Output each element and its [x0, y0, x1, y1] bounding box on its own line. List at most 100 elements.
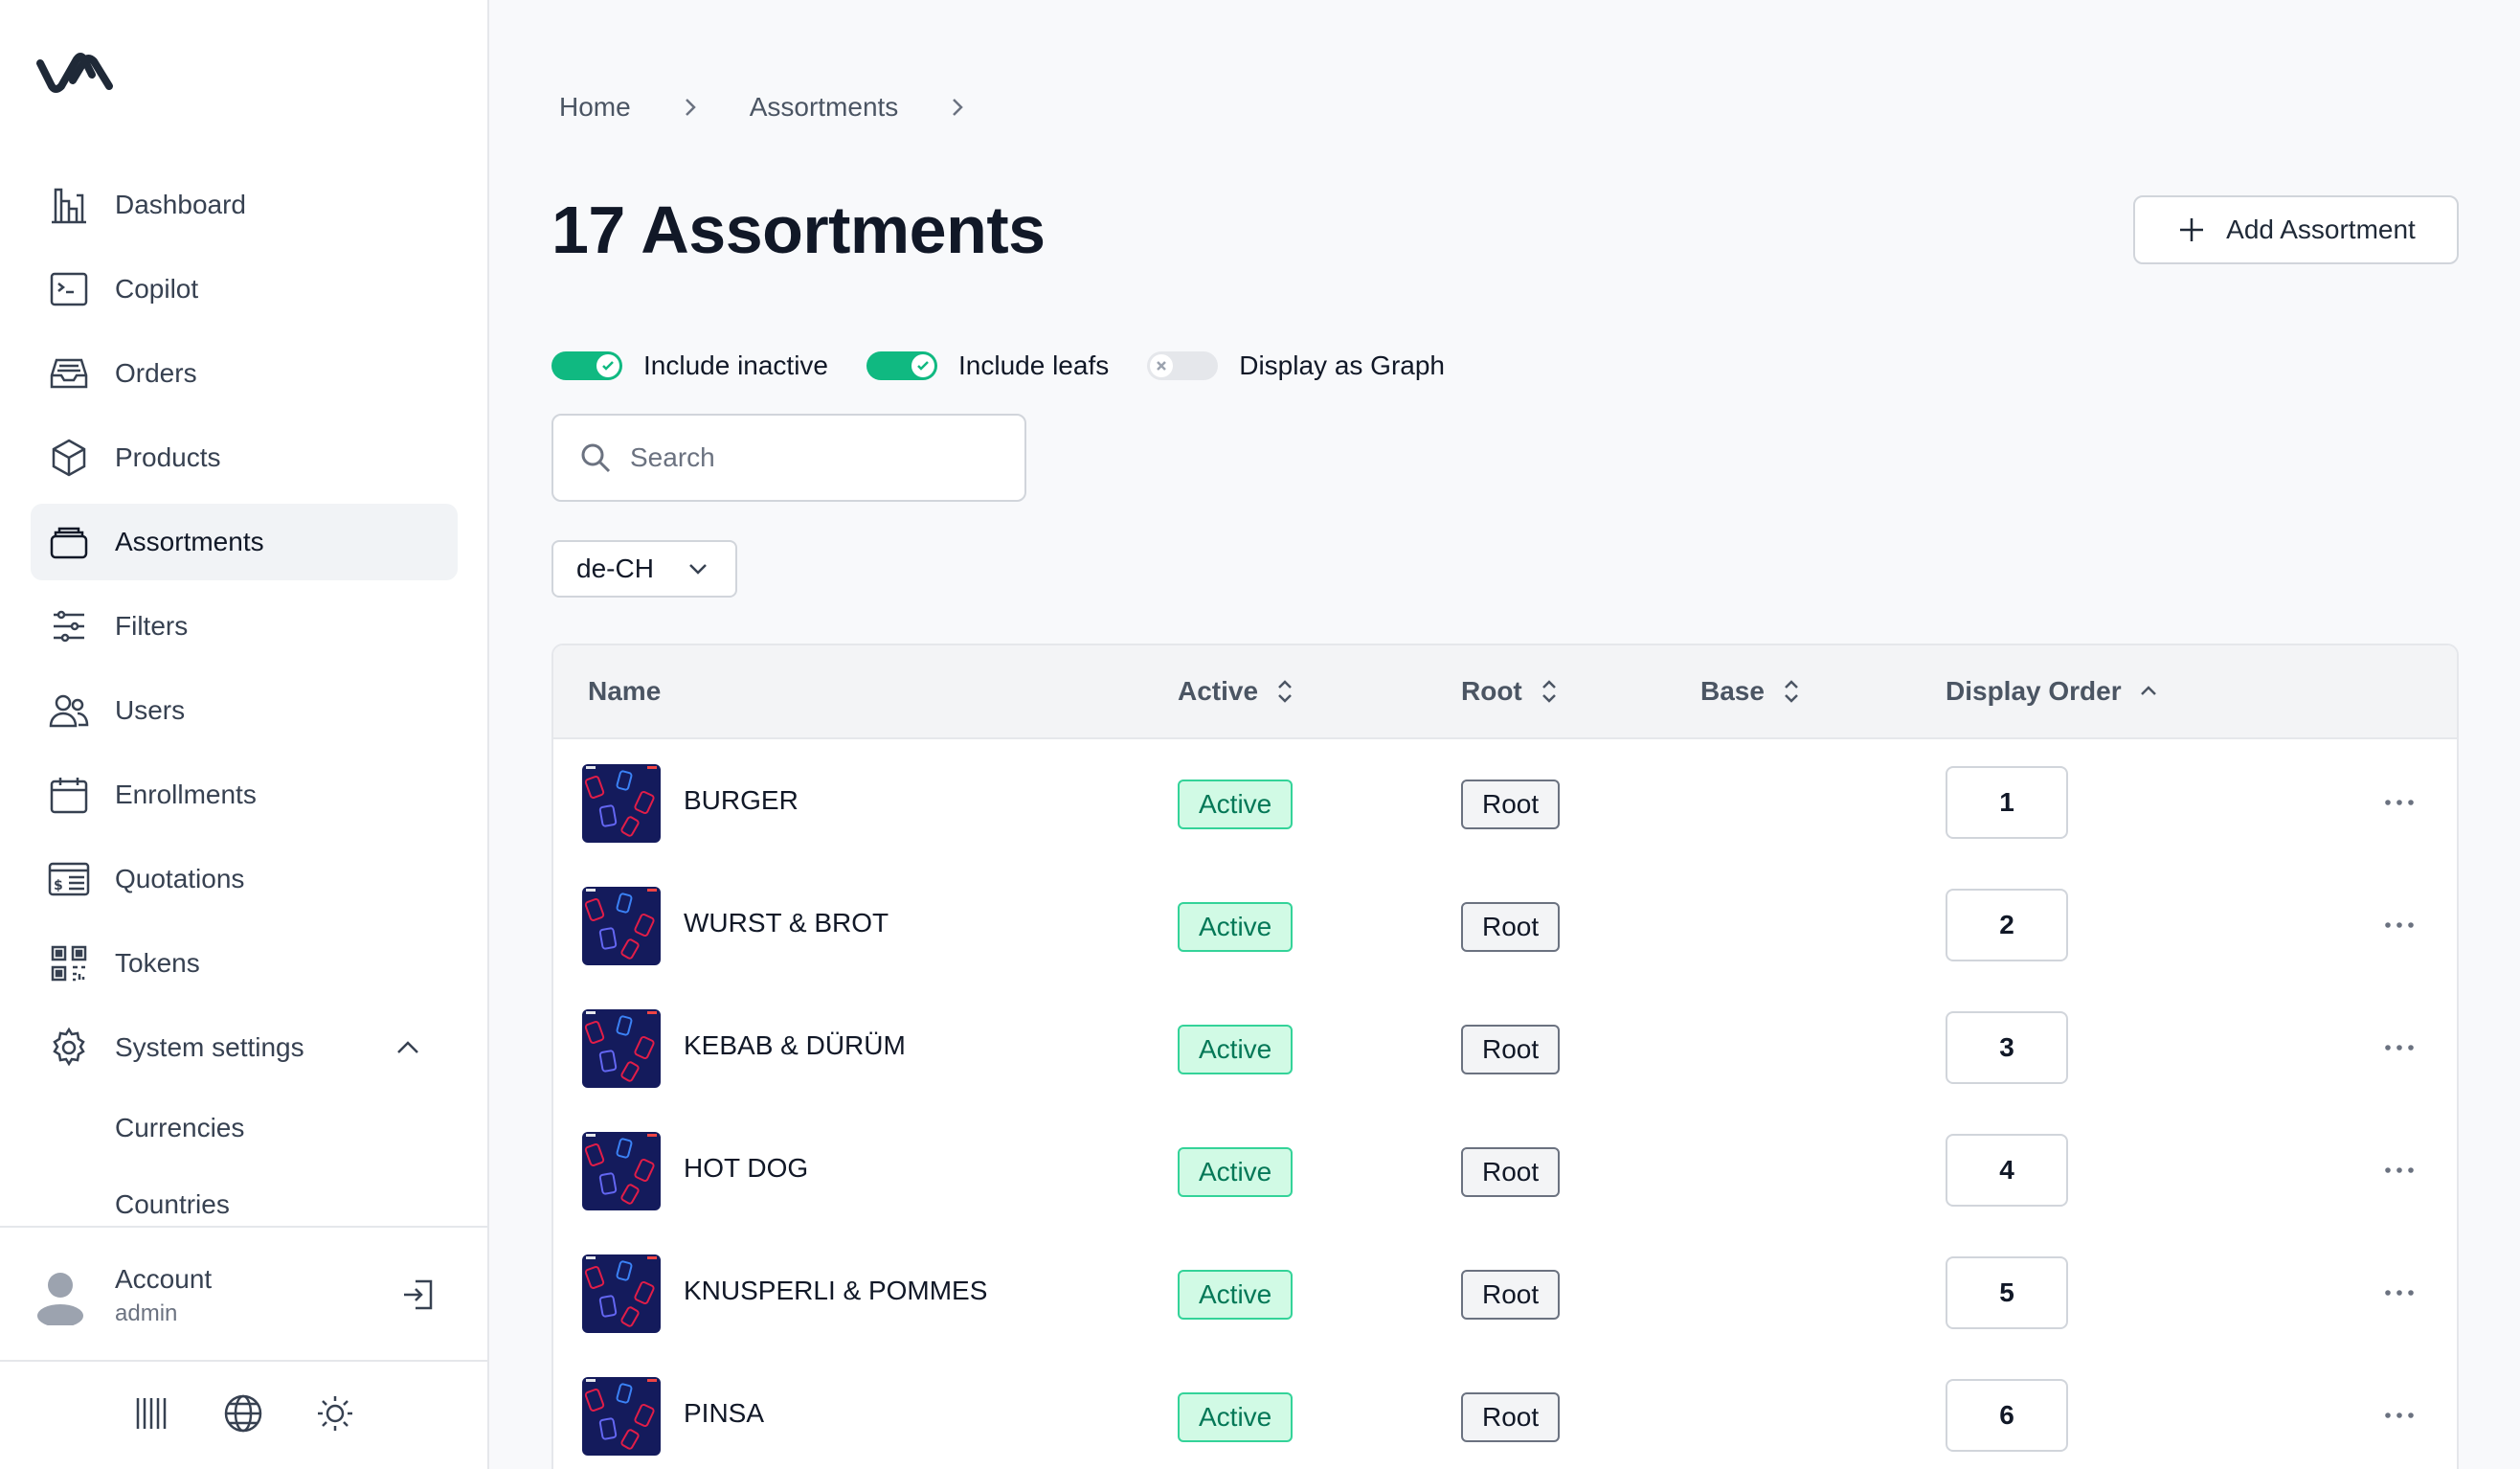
column-base-label: Base — [1700, 676, 1765, 706]
column-active[interactable]: Active — [1178, 676, 1298, 707]
assortment-thumbnail — [582, 1254, 661, 1333]
column-name[interactable]: Name — [588, 676, 661, 707]
display-order-field[interactable]: 1 — [1946, 766, 2068, 839]
assortment-name[interactable]: PINSA — [684, 1398, 764, 1429]
column-display-order[interactable]: Display Order — [1946, 676, 2162, 707]
add-assortment-button[interactable]: Add Assortment — [2133, 195, 2459, 264]
sidebar-item-tokens[interactable]: Tokens — [31, 925, 458, 1002]
more-options-icon[interactable] — [2382, 789, 2417, 816]
account-panel[interactable]: Account admin — [34, 1260, 456, 1329]
display-order-field[interactable]: 4 — [1946, 1134, 2068, 1207]
display-order-field[interactable]: 3 — [1946, 1011, 2068, 1084]
active-badge: Active — [1178, 1025, 1294, 1074]
table-row[interactable]: PINSA Active Root 6 — [553, 1354, 2457, 1469]
sidebar-item-products[interactable]: Products — [31, 419, 458, 496]
svg-text:$: $ — [54, 878, 63, 893]
include-inactive-toggle[interactable] — [551, 351, 622, 380]
sidebar-item-quotations[interactable]: $ Quotations — [31, 841, 458, 917]
sort-icon — [1785, 680, 1798, 703]
assortment-name[interactable]: HOT DOG — [684, 1153, 808, 1184]
terminal-icon — [46, 266, 92, 312]
assortment-thumbnail — [582, 764, 661, 843]
more-options-icon[interactable] — [2382, 912, 2417, 938]
sidebar-item-label: Orders — [115, 358, 197, 388]
calendar-icon — [46, 772, 92, 818]
check-icon — [596, 354, 619, 377]
globe-icon[interactable] — [222, 1392, 264, 1435]
active-badge: Active — [1178, 902, 1294, 952]
sort-icon — [1278, 680, 1292, 703]
sidebar-item-orders[interactable]: Orders — [31, 335, 458, 412]
filter-toggles: Include inactive Include leafs Display a… — [551, 345, 1483, 387]
sidebar-item-label: Products — [115, 442, 221, 472]
table-row[interactable]: WURST & BROT Active Root 2 — [553, 864, 2457, 986]
sidebar-subitem-currencies[interactable]: Currencies — [115, 1113, 244, 1143]
logout-icon[interactable] — [400, 1276, 439, 1314]
display-order-field[interactable]: 5 — [1946, 1256, 2068, 1329]
include-inactive-label: Include inactive — [643, 350, 829, 380]
root-badge: Root — [1461, 780, 1561, 829]
column-base[interactable]: Base — [1700, 676, 1805, 707]
display-order-field[interactable]: 6 — [1946, 1379, 2068, 1452]
more-options-icon[interactable] — [2382, 1402, 2417, 1429]
assortment-name[interactable]: BURGER — [684, 785, 799, 816]
sidebar-item-label: Tokens — [115, 948, 200, 978]
root-badge: Root — [1461, 1025, 1561, 1074]
sidebar-item-system-settings[interactable]: System settings — [31, 1009, 458, 1086]
search-input[interactable] — [630, 442, 994, 473]
column-active-label: Active — [1178, 676, 1259, 706]
locale-select[interactable]: de-CH — [551, 540, 737, 598]
qrcode-icon — [46, 940, 92, 986]
sidebar-item-filters[interactable]: Filters — [31, 588, 458, 665]
assortment-name[interactable]: WURST & BROT — [684, 908, 889, 938]
sidebar-item-label: Copilot — [115, 274, 199, 304]
x-icon — [1150, 354, 1174, 377]
active-badge: Active — [1178, 780, 1294, 829]
sidebar-item-enrollments[interactable]: Enrollments — [31, 757, 458, 833]
sidebar-item-users[interactable]: Users — [31, 672, 458, 749]
sidebar-item-assortments[interactable]: Assortments — [31, 504, 458, 580]
assortment-name[interactable]: KEBAB & DÜRÜM — [684, 1030, 906, 1061]
more-options-icon[interactable] — [2382, 1279, 2417, 1306]
display-order-field[interactable]: 2 — [1946, 889, 2068, 961]
search-box — [551, 414, 1026, 502]
sidebar-item-dashboard[interactable]: Dashboard — [31, 167, 458, 243]
divider — [0, 1226, 489, 1228]
sidebar-item-label: Assortments — [115, 527, 264, 556]
users-icon — [46, 688, 92, 734]
sun-icon[interactable] — [314, 1392, 356, 1435]
assortment-thumbnail — [582, 887, 661, 965]
sidebar: Dashboard Copilot Orders Products Assort… — [0, 0, 489, 1469]
table-row[interactable]: KNUSPERLI & POMMES Active Root 5 — [553, 1232, 2457, 1354]
breadcrumb-home[interactable]: Home — [559, 92, 631, 123]
plus-icon — [2180, 218, 2204, 241]
breadcrumb: Home Assortments — [559, 88, 1017, 126]
include-leafs-toggle[interactable] — [866, 351, 938, 380]
table-row[interactable]: KEBAB & DÜRÜM Active Root 3 — [553, 986, 2457, 1109]
unchained-logo-icon[interactable] — [34, 42, 121, 100]
barcode-icon[interactable] — [130, 1392, 172, 1435]
more-options-icon[interactable] — [2382, 1157, 2417, 1184]
display-graph-toggle[interactable] — [1147, 351, 1219, 380]
sidebar-subitem-countries[interactable]: Countries — [115, 1189, 230, 1220]
account-role: admin — [115, 1300, 178, 1326]
assortments-table: Name Active Root Base Display Order BURG… — [551, 644, 2459, 1469]
gear-icon — [46, 1025, 92, 1071]
column-root[interactable]: Root — [1461, 676, 1563, 707]
chevron-up-icon[interactable] — [393, 1032, 423, 1063]
column-display-order-label: Display Order — [1946, 676, 2122, 706]
cube-icon — [46, 435, 92, 481]
column-name-label: Name — [588, 676, 662, 706]
assortment-thumbnail — [582, 1377, 661, 1456]
active-badge: Active — [1178, 1270, 1294, 1320]
stack-icon — [46, 519, 92, 565]
include-leafs-label: Include leafs — [958, 350, 1110, 380]
table-row[interactable]: HOT DOG Active Root 4 — [553, 1109, 2457, 1232]
account-name: Account — [115, 1264, 213, 1294]
table-row[interactable]: BURGER Active Root 1 — [553, 741, 2457, 864]
sidebar-item-copilot[interactable]: Copilot — [31, 251, 458, 328]
more-options-icon[interactable] — [2382, 1034, 2417, 1061]
assortment-name[interactable]: KNUSPERLI & POMMES — [684, 1276, 987, 1306]
breadcrumb-assortments[interactable]: Assortments — [750, 92, 899, 123]
display-graph-label: Display as Graph — [1239, 350, 1445, 380]
